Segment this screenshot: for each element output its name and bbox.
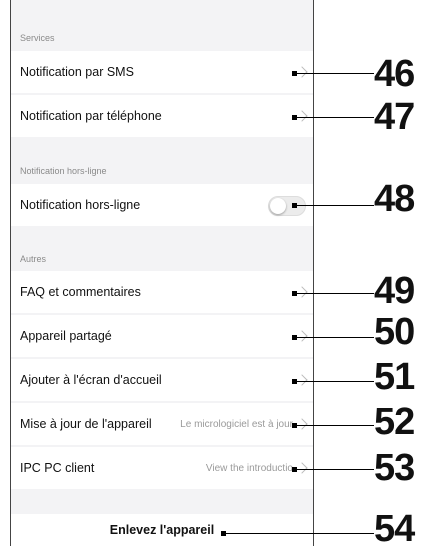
callout-number: 47 (374, 96, 415, 138)
ipc-client-label: IPC PC client (20, 461, 95, 475)
add-homescreen-label: Ajouter à l'écran d'accueil (20, 373, 162, 387)
callout-line (294, 337, 374, 338)
phone-notification-row[interactable]: Notification par téléphone (11, 95, 313, 137)
callout-line (294, 73, 374, 74)
firmware-update-row[interactable]: Mise à jour de l'appareil Le micrologici… (11, 403, 313, 445)
faq-label: FAQ et commentaires (20, 285, 141, 299)
ipc-client-value: View the introductio (205, 462, 293, 474)
toggle-knob (270, 198, 286, 214)
offline-notification-label: Notification hors-ligne (20, 198, 141, 212)
callout-number: 53 (374, 447, 415, 489)
firmware-status-value: Le micrologiciel est à jour (180, 418, 293, 430)
callout-line (294, 117, 374, 118)
shared-device-label: Appareil partagé (20, 329, 112, 343)
offline-notification-row: Notification hors-ligne (11, 184, 313, 226)
chevron-right-icon (296, 110, 308, 122)
offline-notification-toggle[interactable] (268, 196, 306, 216)
chevron-right-icon (296, 66, 308, 78)
chevron-right-icon (296, 418, 308, 430)
callout-number: 49 (374, 270, 415, 312)
callout-number: 52 (374, 401, 415, 443)
callout-number: 54 (374, 508, 415, 550)
callout-line (294, 425, 374, 426)
section-header-other: Autres (20, 254, 47, 264)
firmware-update-label: Mise à jour de l'appareil (20, 417, 152, 431)
settings-panel: Services Notification par SMS Notificati… (10, 0, 314, 546)
chevron-right-icon (296, 286, 308, 298)
callout-line (294, 469, 374, 470)
remove-device-label: Enlevez l'appareil (109, 523, 215, 537)
callout-number: 46 (374, 53, 415, 95)
phone-notification-label: Notification par téléphone (20, 109, 162, 123)
section-header-services: Services (20, 33, 55, 43)
callout-line (294, 205, 374, 206)
callout-number: 48 (374, 178, 415, 220)
faq-row[interactable]: FAQ et commentaires (11, 271, 313, 313)
chevron-right-icon (296, 374, 308, 386)
sms-notification-label: Notification par SMS (20, 65, 134, 79)
sms-notification-row[interactable]: Notification par SMS (11, 51, 313, 93)
remove-device-button[interactable]: Enlevez l'appareil (11, 514, 313, 546)
callout-number: 50 (374, 311, 415, 353)
callout-number: 51 (374, 356, 415, 398)
chevron-right-icon (296, 330, 308, 342)
callout-line (223, 533, 374, 534)
chevron-right-icon (296, 462, 308, 474)
callout-line (294, 293, 374, 294)
add-homescreen-row[interactable]: Ajouter à l'écran d'accueil (11, 359, 313, 401)
section-header-offline: Notification hors-ligne (20, 166, 107, 176)
callout-line (294, 381, 374, 382)
shared-device-row[interactable]: Appareil partagé (11, 315, 313, 357)
ipc-client-row[interactable]: IPC PC client View the introductio (11, 447, 313, 489)
